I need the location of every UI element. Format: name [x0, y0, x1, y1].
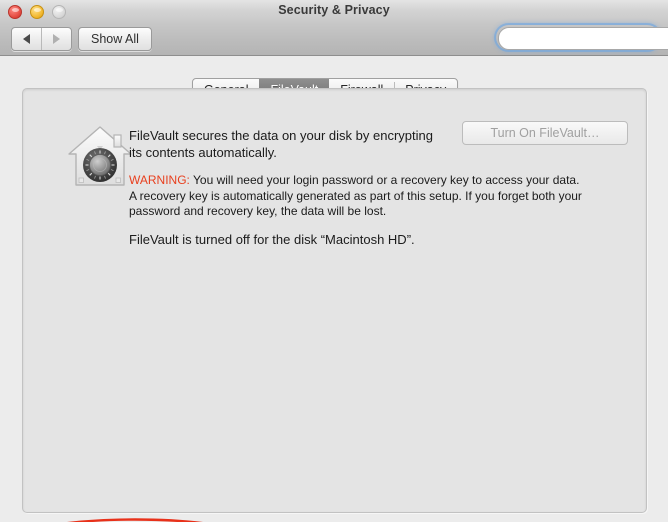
back-button[interactable]: [12, 28, 41, 50]
chevron-left-icon: [23, 34, 30, 44]
show-all-button[interactable]: Show All: [78, 27, 152, 51]
preference-pane-content: General FileVault Firewall Privacy: [0, 56, 668, 522]
turn-on-filevault-label: Turn On FileVault…: [490, 126, 600, 140]
filevault-status-text: FileVault is turned off for the disk “Ma…: [129, 232, 415, 247]
filevault-panel: FileVault secures the data on your disk …: [22, 88, 647, 513]
warning-body: You will need your login password or a r…: [129, 173, 582, 218]
search-input[interactable]: [498, 27, 668, 50]
filevault-description: FileVault secures the data on your disk …: [129, 128, 433, 160]
search-field-wrapper: [496, 25, 668, 50]
filevault-warning: WARNING: You will need your login passwo…: [129, 173, 589, 220]
page-title: Security & Privacy: [278, 3, 390, 17]
show-all-label: Show All: [91, 32, 139, 46]
window-titlebar: Security & Privacy: [0, 0, 668, 23]
filevault-house-safe-icon: [68, 126, 132, 186]
security-privacy-window: Security & Privacy Show All Ge: [0, 0, 668, 522]
toolbar: Show All: [0, 22, 668, 56]
turn-on-filevault-button[interactable]: Turn On FileVault…: [462, 121, 628, 145]
forward-button: [41, 28, 71, 50]
annotation-ellipse: [67, 518, 203, 522]
navigation-button-group: [11, 27, 72, 51]
warning-label: WARNING:: [129, 173, 190, 187]
chevron-right-icon: [53, 34, 60, 44]
